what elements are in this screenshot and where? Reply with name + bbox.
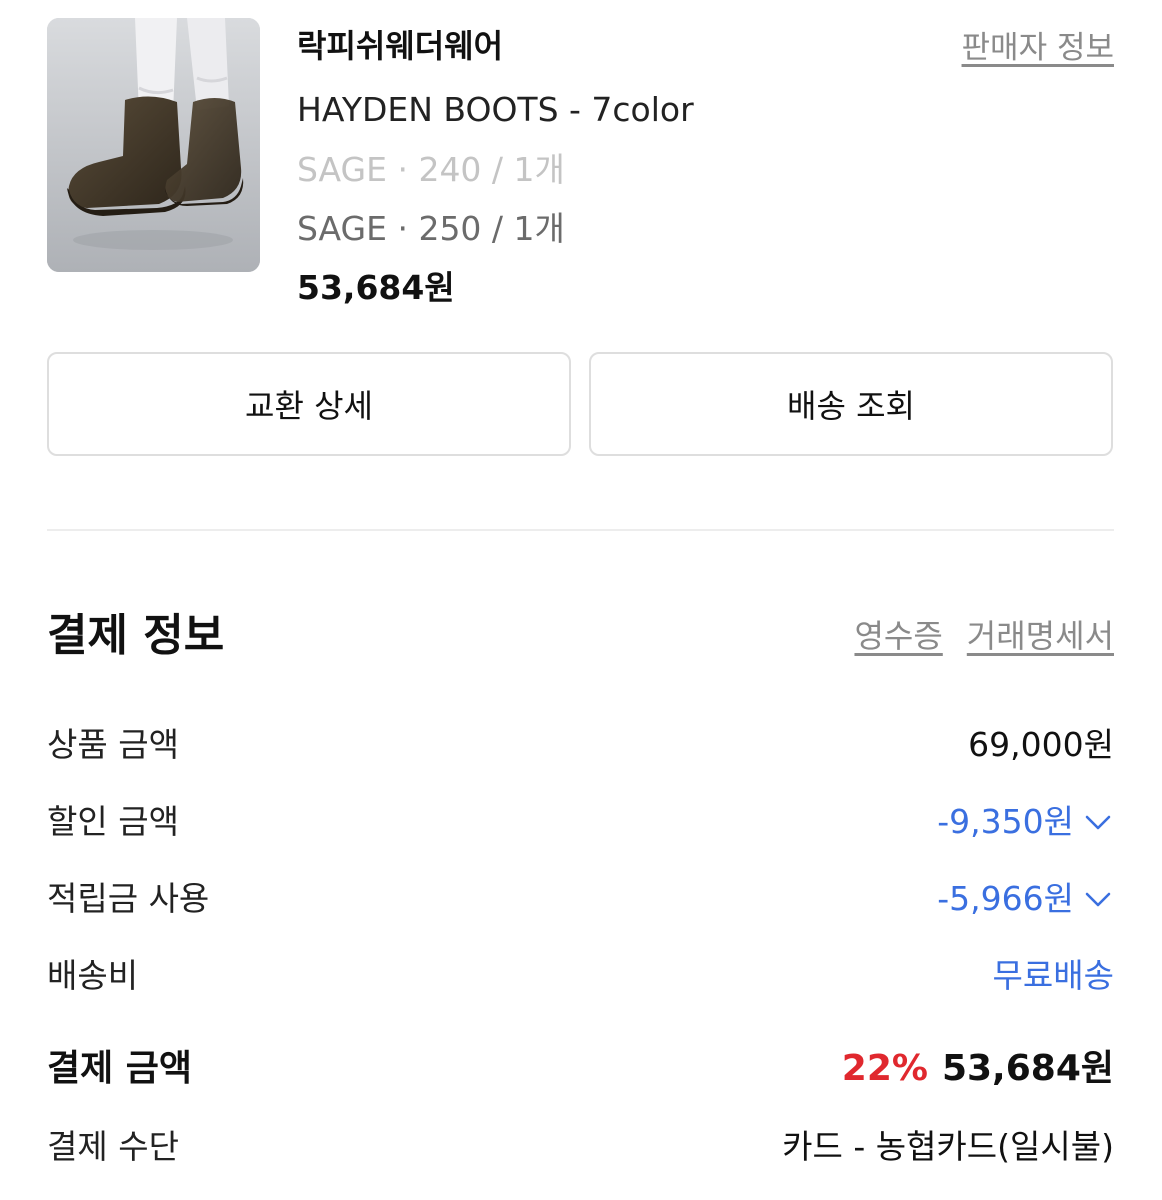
shipping-fee-row: 배송비 무료배송 [47, 951, 1114, 1001]
total-amount-row: 결제 금액 22% 53,684원 [47, 1044, 1114, 1094]
row-label: 결제 금액 [47, 1048, 193, 1089]
section-divider [47, 529, 1114, 531]
points-used-toggle[interactable]: -5,966원 [937, 874, 1114, 924]
product-image[interactable] [47, 18, 260, 272]
discount-rate-badge: 22% [841, 1048, 928, 1089]
seller-info-link[interactable]: 판매자 정보 [962, 26, 1114, 70]
row-label: 결제 수단 [47, 1127, 179, 1166]
points-used-value: -5,966원 [937, 879, 1074, 918]
boots-photo-icon [47, 18, 260, 272]
row-label: 할인 금액 [47, 802, 179, 841]
product-price: 53,684원 [297, 268, 455, 307]
discount-amount-value: -9,350원 [937, 802, 1074, 841]
product-option-item: SAGE · 240 / 1개 [297, 150, 565, 189]
seller-name: 락피쉬웨더웨어 [297, 27, 504, 65]
row-label: 상품 금액 [47, 725, 179, 764]
payment-method-value: 카드 - 농협카드(일시불) [782, 1127, 1114, 1166]
discount-amount-toggle[interactable]: -9,350원 [937, 797, 1114, 847]
exchange-detail-button[interactable]: 교환 상세 [47, 352, 571, 456]
payment-method-row: 결제 수단 카드 - 농협카드(일시불) [47, 1122, 1114, 1172]
row-label: 적립금 사용 [47, 879, 210, 918]
document-links: 영수증 거래명세서 [854, 614, 1114, 658]
product-option-item: SAGE · 250 / 1개 [297, 209, 565, 248]
points-used-row: 적립금 사용 -5,966원 [47, 874, 1114, 924]
track-delivery-button[interactable]: 배송 조회 [589, 352, 1113, 456]
shipping-fee-value: 무료배송 [992, 956, 1114, 995]
total-amount: 22% 53,684원 [842, 1044, 1114, 1094]
chevron-down-icon [1085, 815, 1111, 830]
product-name: HAYDEN BOOTS - 7color [297, 90, 694, 129]
discount-amount-row: 할인 금액 -9,350원 [47, 797, 1114, 847]
row-label: 배송비 [47, 956, 139, 995]
product-amount-value: 69,000원 [968, 725, 1114, 764]
transaction-statement-link[interactable]: 거래명세서 [967, 614, 1114, 658]
chevron-down-icon [1085, 892, 1111, 907]
product-amount-row: 상품 금액 69,000원 [47, 720, 1114, 770]
payment-info-title: 결제 정보 [47, 610, 225, 661]
receipt-link[interactable]: 영수증 [854, 614, 942, 658]
total-amount-value: 53,684원 [941, 1048, 1114, 1089]
